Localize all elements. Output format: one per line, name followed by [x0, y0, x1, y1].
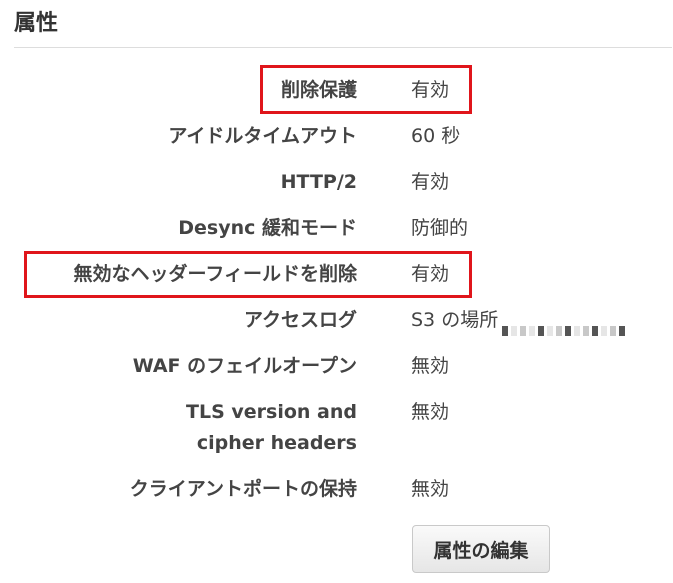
attribute-label: クライアントポートの保持 — [129, 478, 357, 500]
attribute-value: S3 の場所 — [411, 309, 499, 331]
section-divider — [14, 47, 672, 48]
attribute-label: 削除保護 — [280, 79, 357, 101]
attribute-label: 無効なヘッダーフィールドを削除 — [73, 263, 357, 285]
attribute-value: 有効 — [411, 79, 450, 101]
attribute-value: 無効 — [411, 355, 450, 377]
attribute-value-access-logs: S3 の場所 — [411, 305, 628, 336]
attribute-value: 防御的 — [411, 217, 469, 239]
attribute-label: HTTP/2 — [280, 171, 357, 193]
attribute-value: 有効 — [411, 171, 450, 193]
attribute-value: 60 秒 — [411, 125, 461, 147]
redacted-bucket-path — [502, 315, 628, 336]
edit-attributes-button[interactable]: 属性の編集 — [412, 525, 550, 573]
attribute-value: 無効 — [411, 478, 450, 500]
attribute-label: WAF のフェイルオープン — [132, 355, 357, 377]
attribute-label: Desync 緩和モード — [178, 217, 357, 239]
attribute-label: アクセスログ — [243, 309, 357, 331]
attribute-value: 有効 — [411, 263, 450, 285]
attribute-label: TLS version and cipher headers — [186, 401, 357, 454]
attribute-value: 無効 — [411, 401, 450, 423]
attribute-label: アイドルタイムアウト — [168, 125, 357, 147]
section-title: 属性 — [14, 11, 59, 36]
